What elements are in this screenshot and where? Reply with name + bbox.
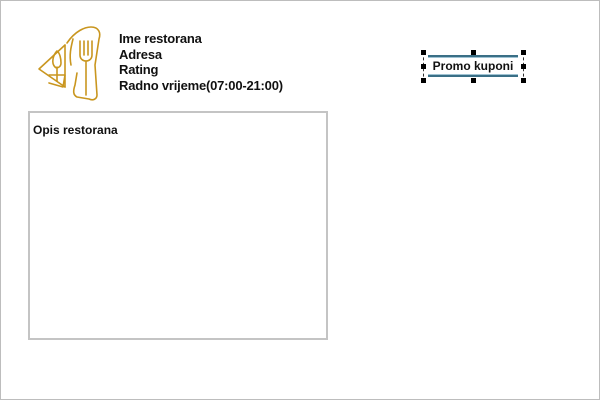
resize-handle-mr[interactable] [521,64,526,69]
restaurant-hours: Radno vrijeme(07:00-21:00) [119,77,283,93]
resize-handle-br[interactable] [521,78,526,83]
resize-handle-bl[interactable] [421,78,426,83]
resize-handle-ml[interactable] [421,64,426,69]
app-window: Ime restorana Adresa Rating Radno vrijem… [0,0,600,400]
description-label: Opis restorana [33,123,118,137]
restaurant-address: Adresa [119,46,162,62]
resize-handle-tr[interactable] [521,50,526,55]
promo-selection: Promo kuponi [421,50,527,84]
resize-handle-bc[interactable] [471,78,476,83]
description-box[interactable]: Opis restorana [28,111,328,340]
restaurant-name: Ime restorana [119,31,202,46]
promo-coupons-button[interactable]: Promo kuponi [428,55,518,77]
restaurant-logo-icon [35,25,105,103]
restaurant-info: Ime restorana Adresa Rating Radno vrijem… [119,31,283,93]
restaurant-rating: Rating [119,62,159,77]
resize-handle-tl[interactable] [421,50,426,55]
